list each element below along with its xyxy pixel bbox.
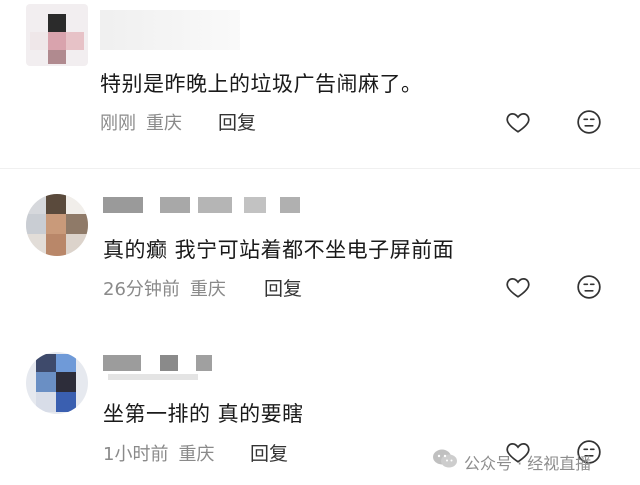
avatar[interactable]	[26, 352, 88, 414]
neutral-face-icon[interactable]	[576, 274, 602, 300]
username-redacted	[100, 10, 240, 50]
comment-text: 坐第一排的 真的要瞎	[103, 402, 304, 426]
comment-meta: 26分钟前 重庆	[103, 275, 226, 301]
comment-location: 重庆	[189, 279, 226, 300]
heart-outline-icon[interactable]	[505, 109, 531, 135]
heart-outline-icon[interactable]	[505, 274, 531, 300]
comment-text: 真的癫 我宁可站着都不坐电子屏前面	[103, 238, 455, 262]
watermark-text: 公众号 · 经视直播	[464, 454, 592, 473]
comment-time: 1小时前	[103, 444, 169, 465]
comment-location: 重庆	[146, 113, 182, 134]
reply-button[interactable]: 回复	[250, 439, 288, 466]
comment-time: 26分钟前	[103, 279, 180, 300]
avatar[interactable]	[26, 194, 88, 256]
divider	[0, 168, 640, 169]
neutral-face-icon[interactable]	[576, 109, 602, 135]
comment-time: 刚刚	[100, 113, 136, 134]
comment-meta: 刚刚 重庆	[100, 109, 182, 135]
comment-text: 特别是昨晚上的垃圾广告闹麻了。	[100, 72, 423, 96]
reply-button[interactable]: 回复	[218, 108, 256, 135]
comment-meta: 1小时前 重庆	[103, 440, 214, 466]
avatar[interactable]	[26, 4, 88, 66]
comment-location: 重庆	[178, 444, 215, 465]
reply-button[interactable]: 回复	[264, 274, 302, 301]
wechat-logo-icon	[433, 449, 457, 468]
